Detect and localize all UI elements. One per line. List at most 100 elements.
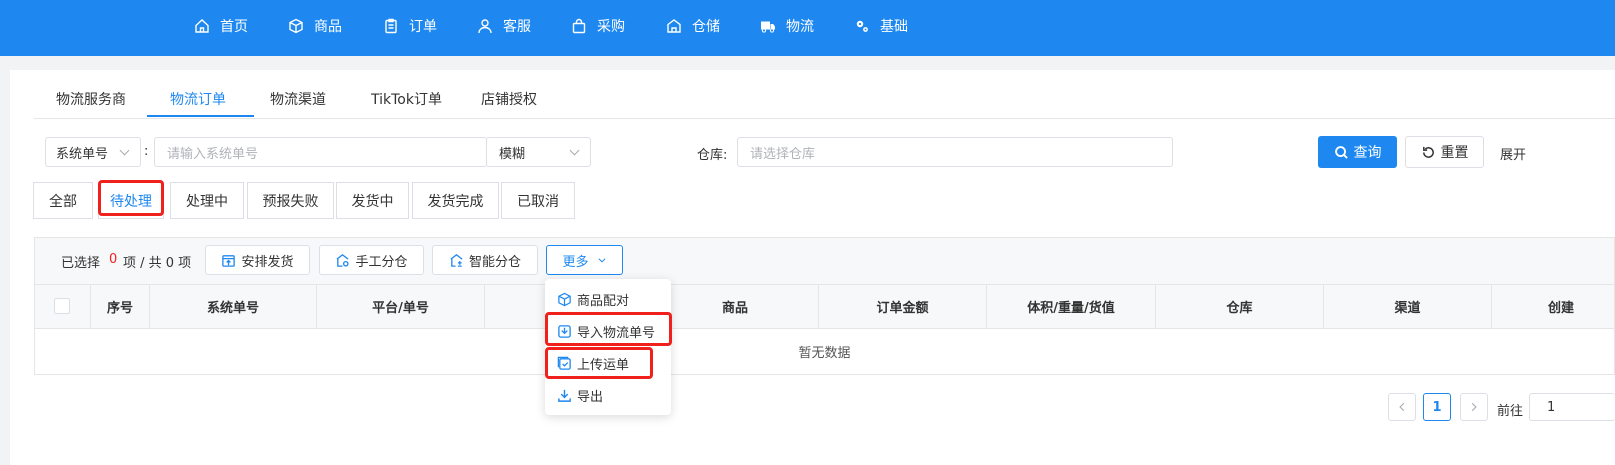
match-mode-value: 模糊	[499, 146, 526, 162]
truck-icon	[761, 21, 775, 33]
goto-page-input[interactable]: 1	[1529, 393, 1615, 421]
table-empty-row: 暂无数据	[34, 329, 1615, 375]
menu-item-goods-match[interactable]: 商品配对	[557, 288, 629, 310]
page-number-1[interactable]: 1	[1423, 393, 1451, 421]
field-select-value: 系统单号	[56, 146, 109, 162]
tab-store-auth[interactable]: 店铺授权	[481, 80, 537, 118]
user-icon	[478, 19, 492, 34]
tabs-divider	[34, 118, 1615, 119]
th-channel: 渠道	[1324, 284, 1492, 329]
selected-prefix: 已选择	[61, 256, 101, 271]
th-system-no: 系统单号	[150, 284, 317, 329]
cube-icon	[558, 292, 571, 306]
warehouse-select[interactable]: 请选择仓库	[737, 137, 1173, 167]
status-tab-shipping[interactable]: 发货中	[336, 182, 409, 219]
status-tab-cancelled[interactable]: 已取消	[501, 182, 575, 219]
th-platform-no: 平台/单号	[317, 284, 485, 329]
th-warehouse: 仓库	[1156, 284, 1324, 329]
tab-logistics-provider[interactable]: 物流服务商	[56, 80, 126, 118]
tab-tiktok-orders[interactable]: TikTok订单	[371, 80, 442, 118]
chevron-down-icon	[598, 258, 605, 263]
cube-icon	[289, 18, 303, 34]
match-mode-select[interactable]: 模糊	[486, 137, 591, 167]
menu-item-label: 导入物流单号	[577, 325, 656, 341]
menu-item-label: 商品配对	[577, 293, 630, 309]
more-label: 更多	[562, 254, 589, 270]
nav-item-goods[interactable]: 商品	[288, 0, 342, 52]
ship-box-icon	[222, 254, 236, 267]
gears-icon	[856, 20, 868, 32]
field-select[interactable]: 系统单号	[45, 137, 141, 167]
nav-item-basic[interactable]: 基础	[854, 0, 908, 52]
nav-label: 首页	[220, 19, 248, 35]
arrange-shipment-button[interactable]: 安排发货	[205, 245, 310, 275]
th-order-amount: 订单金额	[819, 284, 987, 329]
warehouse-placeholder: 请选择仓库	[750, 146, 816, 162]
manual-label: 手工分仓	[355, 254, 408, 270]
nav-label: 仓储	[692, 19, 720, 35]
selected-count: 0	[109, 252, 118, 267]
arrange-label: 安排发货	[241, 254, 294, 270]
th-index: 序号	[91, 284, 150, 329]
nav-item-service[interactable]: 客服	[477, 0, 531, 52]
bag-icon	[572, 18, 586, 34]
nav-label: 订单	[409, 19, 437, 35]
query-button[interactable]: 查询	[1318, 136, 1397, 168]
reset-label: 重置	[1440, 145, 1469, 161]
nav-item-purchase[interactable]: 采购	[571, 0, 625, 52]
upload-waybill-icon	[557, 356, 571, 370]
menu-item-upload-waybill[interactable]: 上传运单	[557, 352, 629, 374]
reset-button[interactable]: 重置	[1405, 136, 1484, 168]
manual-allocate-button[interactable]: 手工分仓	[319, 245, 424, 275]
menu-item-export[interactable]: 导出	[557, 384, 603, 406]
nav-item-logistics[interactable]: 物流	[760, 0, 814, 52]
tab-logistics-channel[interactable]: 物流渠道	[270, 80, 326, 118]
chevron-down-icon	[119, 145, 130, 156]
status-tab-forecast-failed[interactable]: 预报失败	[247, 182, 334, 219]
th-volume-weight-value: 体积/重量/货值	[987, 284, 1156, 329]
search-input[interactable]: 请输入系统单号	[154, 137, 487, 167]
search-icon	[1334, 145, 1348, 159]
chevron-left-icon	[1399, 402, 1405, 412]
warehouse-label: 仓库:	[697, 148, 728, 163]
clipboard-icon	[385, 18, 397, 34]
tab-logistics-orders[interactable]: 物流订单	[170, 80, 226, 118]
active-tab-indicator	[147, 115, 254, 117]
nav-label: 物流	[786, 19, 814, 35]
status-tab-all[interactable]: 全部	[33, 182, 93, 219]
chevron-right-icon	[1471, 402, 1477, 412]
nav-item-storage[interactable]: 仓储	[666, 0, 720, 52]
warehouse-icon	[667, 19, 681, 33]
nav-label: 客服	[503, 19, 531, 35]
menu-item-label: 导出	[577, 389, 604, 405]
status-tab-shipped[interactable]: 发货完成	[412, 182, 499, 219]
select-all-checkbox[interactable]	[54, 298, 70, 314]
nav-item-home[interactable]: 首页	[194, 0, 248, 52]
home-icon	[195, 19, 209, 33]
nav-label: 商品	[314, 19, 342, 35]
download-icon	[558, 389, 571, 402]
query-label: 查询	[1353, 145, 1382, 161]
import-icon	[558, 324, 571, 338]
smart-allocate-button[interactable]: 智能分仓	[432, 245, 538, 275]
menu-item-label: 上传运单	[577, 357, 630, 373]
th-created-label: 创建	[1548, 301, 1575, 316]
goto-page-value: 1	[1547, 399, 1556, 415]
more-dropdown-button[interactable]: 更多	[546, 245, 623, 275]
nav-item-orders[interactable]: 订单	[383, 0, 437, 52]
th-created: 创建	[1492, 284, 1615, 329]
prev-page-button[interactable]	[1388, 393, 1416, 421]
status-tab-pending[interactable]: 待处理	[98, 182, 164, 219]
selected-total: 项 / 共 0 项	[123, 256, 192, 271]
empty-text: 暂无数据	[798, 346, 851, 361]
chevron-down-icon	[569, 145, 580, 156]
smart-label: 智能分仓	[468, 254, 521, 270]
expand-link[interactable]: 展开	[1500, 144, 1526, 163]
nav-label: 采购	[597, 19, 625, 35]
warehouse-gear-icon	[336, 253, 350, 267]
next-page-button[interactable]	[1460, 393, 1488, 421]
nav-label: 基础	[880, 19, 908, 35]
status-tab-processing[interactable]: 处理中	[170, 182, 244, 219]
goto-label: 前往	[1497, 404, 1524, 419]
menu-item-import-tracking[interactable]: 导入物流单号	[557, 320, 655, 342]
